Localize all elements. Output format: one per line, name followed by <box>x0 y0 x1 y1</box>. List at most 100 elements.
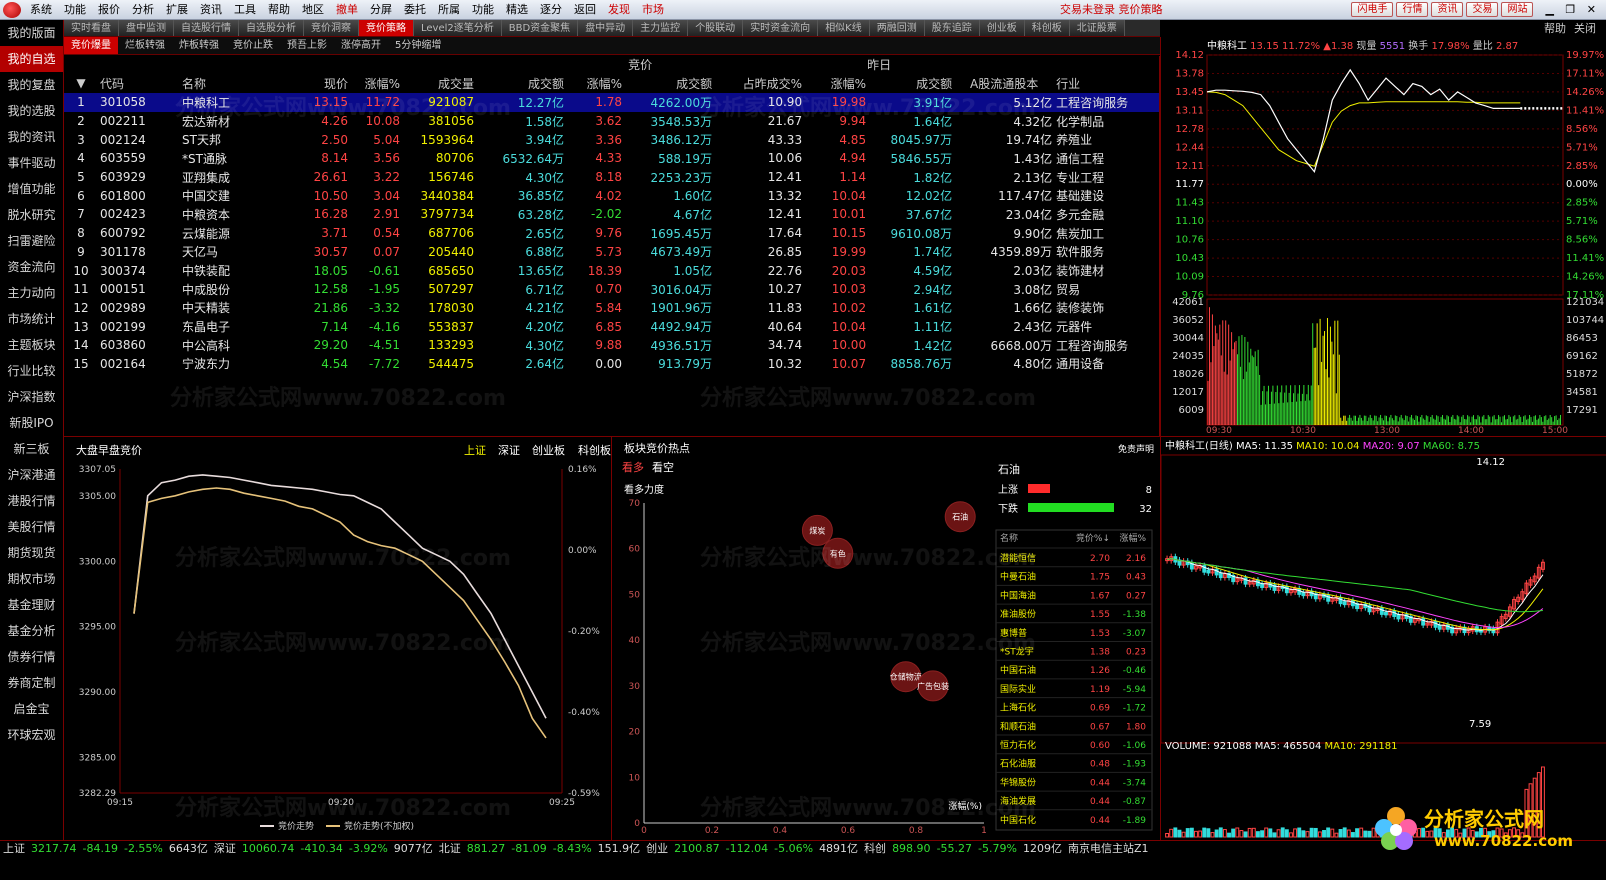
detail-row-name[interactable]: 中曼石油 <box>1000 571 1036 583</box>
sidebar-item-17[interactable]: 沪深港通 <box>0 462 63 488</box>
sidebar-item-21[interactable]: 期权市场 <box>0 566 63 592</box>
tab-8[interactable]: 盘中异动 <box>578 20 634 36</box>
strategy-tab-4[interactable]: 预吾上影 <box>280 37 334 54</box>
column-header-5[interactable]: 成交量 <box>402 73 476 93</box>
sidebar-item-0[interactable]: 我的版面 <box>0 20 63 46</box>
market-tab-1[interactable]: 深证 <box>498 444 520 457</box>
column-header-13[interactable]: 行业 <box>1054 73 1159 93</box>
kline-panel[interactable]: 中粮科工(日线) MA5: 11.35 MA10: 10.04 MA20: 9.… <box>1160 437 1606 840</box>
menu-item-14[interactable]: 精选 <box>500 0 534 20</box>
table-row[interactable]: 10 300374 中铁装配 18.05 -0.61 685650 13.65亿 18.39 1… <box>64 261 1159 280</box>
sidebar-item-23[interactable]: 基金分析 <box>0 618 63 644</box>
strategy-tab-3[interactable]: 竞价止跌 <box>226 37 280 54</box>
table-row[interactable]: 4 603559 *ST通脉 8.14 3.56 80706 6532.64万 4.33 588… <box>64 149 1159 168</box>
menu-item-5[interactable]: 资讯 <box>194 0 228 20</box>
detail-row-name[interactable]: 海油发展 <box>1000 795 1036 807</box>
tab-7[interactable]: BBD资金聚焦 <box>501 20 579 36</box>
market-tab-3[interactable]: 科创板 <box>578 443 611 457</box>
strategy-tab-5[interactable]: 涨停高开 <box>334 37 388 54</box>
sidebar-item-4[interactable]: 我的资讯 <box>0 124 63 150</box>
tab-16[interactable]: 科创板 <box>1024 20 1070 36</box>
table-row[interactable]: 6 601800 中国交建 10.50 3.04 3440384 36.85亿 4.02 1.6… <box>64 186 1159 205</box>
column-header-6[interactable]: 成交额 <box>476 73 566 93</box>
detail-row-name[interactable]: 中国海油 <box>1000 589 1036 601</box>
menu-item-16[interactable]: 返回 <box>568 0 602 20</box>
intraday-chart-panel[interactable]: 中粮科工 13.15 11.72% ▲1.38 现量 5551 换手 17.98… <box>1160 37 1606 437</box>
column-header-7[interactable]: 涨幅% <box>566 73 624 93</box>
table-row[interactable]: 5 603929 亚翔集成 26.61 3.22 156746 4.30亿 8.18 2253.… <box>64 168 1159 187</box>
tab-5[interactable]: 竞价策略 <box>359 20 414 36</box>
sidebar-item-14[interactable]: 沪深指数 <box>0 384 63 410</box>
detail-col-0[interactable]: 名称 <box>1000 532 1018 544</box>
detail-row-name[interactable]: 国际实业 <box>1000 683 1036 695</box>
table-row[interactable]: 1 301058 中粮科工 13.15 11.72 921087 12.27亿 1.78 426… <box>64 93 1159 112</box>
column-header-2[interactable]: 名称 <box>180 73 280 93</box>
menu-item-2[interactable]: 报价 <box>92 0 126 20</box>
sidebar-item-19[interactable]: 美股行情 <box>0 514 63 540</box>
table-row[interactable]: 7 002423 中粮资本 16.28 2.91 3797734 63.28亿 -2.02 4.… <box>64 205 1159 224</box>
table-row[interactable]: 9 301178 天亿马 30.57 0.07 205440 6.88亿 5.73 4673.4… <box>64 243 1159 262</box>
column-header-4[interactable]: 涨幅% <box>350 73 402 93</box>
table-row[interactable]: 11 000151 中成股份 12.58 -1.95 507297 6.71亿 0.70 301… <box>64 280 1159 299</box>
detail-row-name[interactable]: 石化油服 <box>1000 758 1036 770</box>
sidebar-item-25[interactable]: 券商定制 <box>0 670 63 696</box>
sidebar-item-12[interactable]: 主题板块 <box>0 332 63 358</box>
kline-chart[interactable]: 中粮科工(日线) MA5: 11.35 MA10: 10.04 MA20: 9.… <box>1161 437 1606 840</box>
auction-chart[interactable]: 大盘早盘竞价 上证 深证 创业板 科创板 3307.05 3305.00 3300.00 329… <box>64 437 612 840</box>
sidebar-item-5[interactable]: 事件驱动 <box>0 150 63 176</box>
column-header-8[interactable]: 成交额 <box>624 73 714 93</box>
detail-row-name[interactable]: 恒力石化 <box>1000 739 1036 751</box>
table-row[interactable]: 3 002124 ST天邦 2.50 5.04 1593964 3.94亿 3.36 3486.… <box>64 130 1159 149</box>
intraday-chart[interactable]: 中粮科工 13.15 11.72% ▲1.38 现量 5551 换手 17.98… <box>1161 37 1606 437</box>
table-row[interactable]: 13 002199 东晶电子 7.14 -4.16 553837 4.20亿 6.85 4492… <box>64 317 1159 336</box>
column-header-10[interactable]: 涨幅% <box>804 73 868 93</box>
tab-6[interactable]: Level2逐笔分析 <box>414 20 502 36</box>
menu-item-4[interactable]: 扩展 <box>160 0 194 20</box>
tab-0[interactable]: 实时看盘 <box>64 20 119 36</box>
menu-item-13[interactable]: 功能 <box>466 0 500 20</box>
tab-12[interactable]: 相似K线 <box>818 20 870 36</box>
sidebar-item-24[interactable]: 债券行情 <box>0 644 63 670</box>
tab-9[interactable]: 主力监控 <box>633 20 689 36</box>
menu-item-1[interactable]: 功能 <box>58 0 92 20</box>
sidebar-item-2[interactable]: 我的复盘 <box>0 72 63 98</box>
tab-4[interactable]: 竞价洞察 <box>304 20 359 36</box>
menu-item-10[interactable]: 分屏 <box>364 0 398 20</box>
sidebar-item-16[interactable]: 新三板 <box>0 436 63 462</box>
window-controls[interactable]: ▁ ❐ ✕ <box>1539 0 1606 20</box>
help-link[interactable]: 帮助 <box>1544 20 1566 37</box>
detail-row-name[interactable]: 中国石化 <box>1000 814 1036 826</box>
tab-14[interactable]: 股东追踪 <box>924 20 980 36</box>
tab-13[interactable]: 两融回测 <box>869 20 925 36</box>
menu-item-6[interactable]: 工具 <box>228 0 262 20</box>
quick-button-1[interactable]: 行情 <box>1396 2 1429 17</box>
quick-button-4[interactable]: 网站 <box>1501 2 1534 17</box>
disclaimer-link[interactable]: 免责声明 <box>1118 443 1154 455</box>
tab-15[interactable]: 创业板 <box>979 20 1025 36</box>
tab-17[interactable]: 北证股票 <box>1069 20 1125 36</box>
menu-item-17[interactable]: 发现 <box>602 0 636 20</box>
tab-2[interactable]: 自选股行情 <box>174 20 239 36</box>
table-row[interactable]: 2 002211 宏达新材 4.26 10.08 381056 1.58亿 3.62 3548.… <box>64 112 1159 131</box>
menu-item-18[interactable]: 市场 <box>636 0 670 20</box>
column-header-9[interactable]: 占昨成交% <box>714 73 804 93</box>
close-link[interactable]: 关闭 <box>1574 20 1596 37</box>
strategy-tab-2[interactable]: 炸板转强 <box>172 37 226 54</box>
detail-col-2[interactable]: 涨幅% <box>1119 532 1146 544</box>
quick-button-3[interactable]: 交易 <box>1466 2 1499 17</box>
menu-item-0[interactable]: 系统 <box>24 0 58 20</box>
sidebar-item-27[interactable]: 环球宏观 <box>0 722 63 748</box>
detail-row-name[interactable]: 准油股份 <box>1000 608 1036 620</box>
menu-item-8[interactable]: 地区 <box>296 0 330 20</box>
strategy-tab-0[interactable]: 竞价爆量 <box>64 37 118 54</box>
tab-1[interactable]: 盘中监测 <box>119 20 174 36</box>
tab-10[interactable]: 个股联动 <box>688 20 744 36</box>
detail-row-name[interactable]: 中国石油 <box>1000 664 1036 676</box>
detail-row-name[interactable]: 华锦股份 <box>1000 776 1036 788</box>
column-header-0[interactable]: ▼ <box>64 73 98 93</box>
sector-tab-0[interactable]: 看多 <box>622 460 644 474</box>
sidebar-item-7[interactable]: 脱水研究 <box>0 202 63 228</box>
sidebar-item-11[interactable]: 市场统计 <box>0 306 63 332</box>
sector-bubble-chart[interactable]: 板块竞价热点 免责声明看多 看空看多力度 70 60 50 40 30 20 10 00 0.2 0.4… <box>612 437 1160 840</box>
column-header-1[interactable]: 代码 <box>98 73 180 93</box>
